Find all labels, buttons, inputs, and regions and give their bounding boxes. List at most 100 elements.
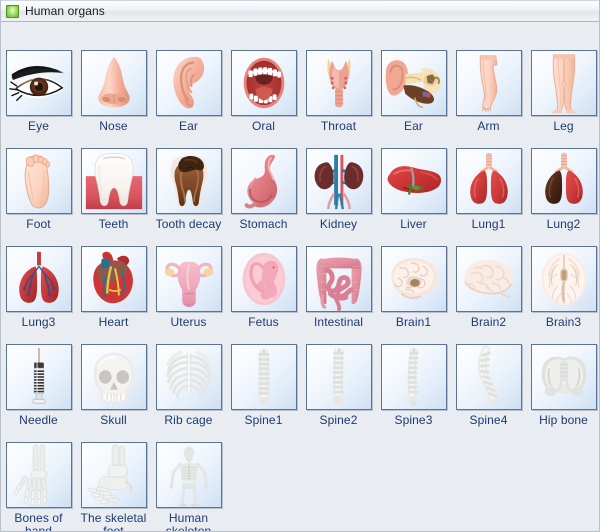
shape-item-label: Fetus <box>248 315 279 329</box>
nose-icon[interactable] <box>80 50 147 116</box>
shape-item[interactable]: Bones of hand <box>1 442 76 531</box>
spine1-icon[interactable] <box>230 344 297 410</box>
brain2-icon[interactable] <box>455 246 522 312</box>
shape-item[interactable]: Spine3 <box>376 344 451 427</box>
tooth-decay-icon[interactable] <box>155 148 222 214</box>
shape-item-label: Spine1 <box>244 413 283 427</box>
shape-item-label: Nose <box>99 119 128 133</box>
shape-item[interactable]: Fetus <box>226 246 301 329</box>
ear-anatomy-icon[interactable] <box>380 50 447 116</box>
shape-item[interactable]: Arm <box>451 50 526 133</box>
shape-item[interactable]: Intestinal <box>301 246 376 329</box>
bones-of-hand-icon[interactable] <box>5 442 72 508</box>
shape-item-label: Spine2 <box>319 413 358 427</box>
shape-item[interactable]: Eye <box>1 50 76 133</box>
shape-item[interactable]: Needle <box>1 344 76 427</box>
shape-item-label: Teeth <box>98 217 129 231</box>
shape-item[interactable]: Human skeleton <box>151 442 226 532</box>
eye-icon[interactable] <box>5 50 72 116</box>
shape-item-label: Spine4 <box>469 413 508 427</box>
shape-item-label: Heart <box>98 315 129 329</box>
teeth-icon[interactable] <box>80 148 147 214</box>
skull-icon[interactable] <box>80 344 147 410</box>
intestinal-icon[interactable] <box>305 246 372 312</box>
shape-item[interactable]: Teeth <box>76 148 151 231</box>
shape-item-label: Ear <box>404 119 423 133</box>
fetus-icon[interactable] <box>230 246 297 312</box>
shape-item[interactable]: Spine2 <box>301 344 376 427</box>
shape-item[interactable]: Liver <box>376 148 451 231</box>
shape-item[interactable]: Rib cage <box>151 344 226 427</box>
shape-library-window: Human organs Eye Nose Ear Oral Throat Ea… <box>0 0 600 532</box>
shape-item[interactable]: Uterus <box>151 246 226 329</box>
leg-icon[interactable] <box>530 50 597 116</box>
shape-item-label: Leg <box>553 119 574 133</box>
spine2-icon[interactable] <box>305 344 372 410</box>
spine4-icon[interactable] <box>455 344 522 410</box>
shape-item[interactable]: Heart <box>76 246 151 329</box>
shape-item-label: Foot <box>26 217 51 231</box>
spine3-icon[interactable] <box>380 344 447 410</box>
shape-item-label: Needle <box>19 413 58 427</box>
stomach-icon[interactable] <box>230 148 297 214</box>
shape-item[interactable]: Brain1 <box>376 246 451 329</box>
shape-item-label: Ear <box>179 119 198 133</box>
shape-item[interactable]: Brain3 <box>526 246 599 329</box>
shape-item-label: Lung1 <box>471 217 506 231</box>
shape-item[interactable]: Spine1 <box>226 344 301 427</box>
throat-icon[interactable] <box>305 50 372 116</box>
oral-icon[interactable] <box>230 50 297 116</box>
shape-item[interactable]: Leg <box>526 50 599 133</box>
shape-item-label: Brain2 <box>470 315 507 329</box>
liver-icon[interactable] <box>380 148 447 214</box>
human-skeleton-icon[interactable] <box>155 442 222 508</box>
brain3-icon[interactable] <box>530 246 597 312</box>
shape-item-label: Hip bone <box>539 413 588 427</box>
shape-item[interactable]: Spine4 <box>451 344 526 427</box>
uterus-icon[interactable] <box>155 246 222 312</box>
skeletal-foot-icon[interactable] <box>80 442 147 508</box>
shape-item-label: Stomach <box>239 217 288 231</box>
shape-item-label: Intestinal <box>313 315 364 329</box>
kidney-icon[interactable] <box>305 148 372 214</box>
shape-item[interactable]: Ear <box>151 50 226 133</box>
shape-item-label: Arm <box>477 119 500 133</box>
shape-item[interactable]: Lung3 <box>1 246 76 329</box>
shape-item-label: Eye <box>28 119 49 133</box>
shape-item[interactable]: Nose <box>76 50 151 133</box>
green-square-icon <box>6 4 19 18</box>
shape-item-label: Rib cage <box>164 413 213 427</box>
shape-item-label: Throat <box>320 119 357 133</box>
shape-item-label: Brain3 <box>545 315 582 329</box>
shape-item[interactable]: Lung2 <box>526 148 599 231</box>
lung1-icon[interactable] <box>455 148 522 214</box>
brain1-icon[interactable] <box>380 246 447 312</box>
heart-icon[interactable] <box>80 246 147 312</box>
foot-icon[interactable] <box>5 148 72 214</box>
shape-item[interactable]: Foot <box>1 148 76 231</box>
hip-bone-icon[interactable] <box>530 344 597 410</box>
shape-item-label: Brain1 <box>395 315 432 329</box>
shape-item-label: Human skeleton <box>165 511 212 532</box>
shape-item[interactable]: The skeletal foot <box>76 442 151 531</box>
shape-item[interactable]: Skull <box>76 344 151 427</box>
shape-item[interactable]: Kidney <box>301 148 376 231</box>
lung3-icon[interactable] <box>5 246 72 312</box>
shape-item-label: Tooth decay <box>155 217 222 231</box>
shape-item[interactable]: Brain2 <box>451 246 526 329</box>
rib-cage-icon[interactable] <box>155 344 222 410</box>
arm-icon[interactable] <box>455 50 522 116</box>
shape-item[interactable]: Lung1 <box>451 148 526 231</box>
shape-item[interactable]: Stomach <box>226 148 301 231</box>
lung2-icon[interactable] <box>530 148 597 214</box>
shape-item-label: Lung2 <box>546 217 581 231</box>
shape-item-label: Skull <box>100 413 127 427</box>
shape-item-label: Spine3 <box>394 413 433 427</box>
shape-item[interactable]: Tooth decay <box>151 148 226 231</box>
ear-icon[interactable] <box>155 50 222 116</box>
shape-item[interactable]: Oral <box>226 50 301 133</box>
shape-item[interactable]: Throat <box>301 50 376 133</box>
needle-icon[interactable] <box>5 344 72 410</box>
shape-item[interactable]: Ear <box>376 50 451 133</box>
shape-item[interactable]: Hip bone <box>526 344 599 427</box>
